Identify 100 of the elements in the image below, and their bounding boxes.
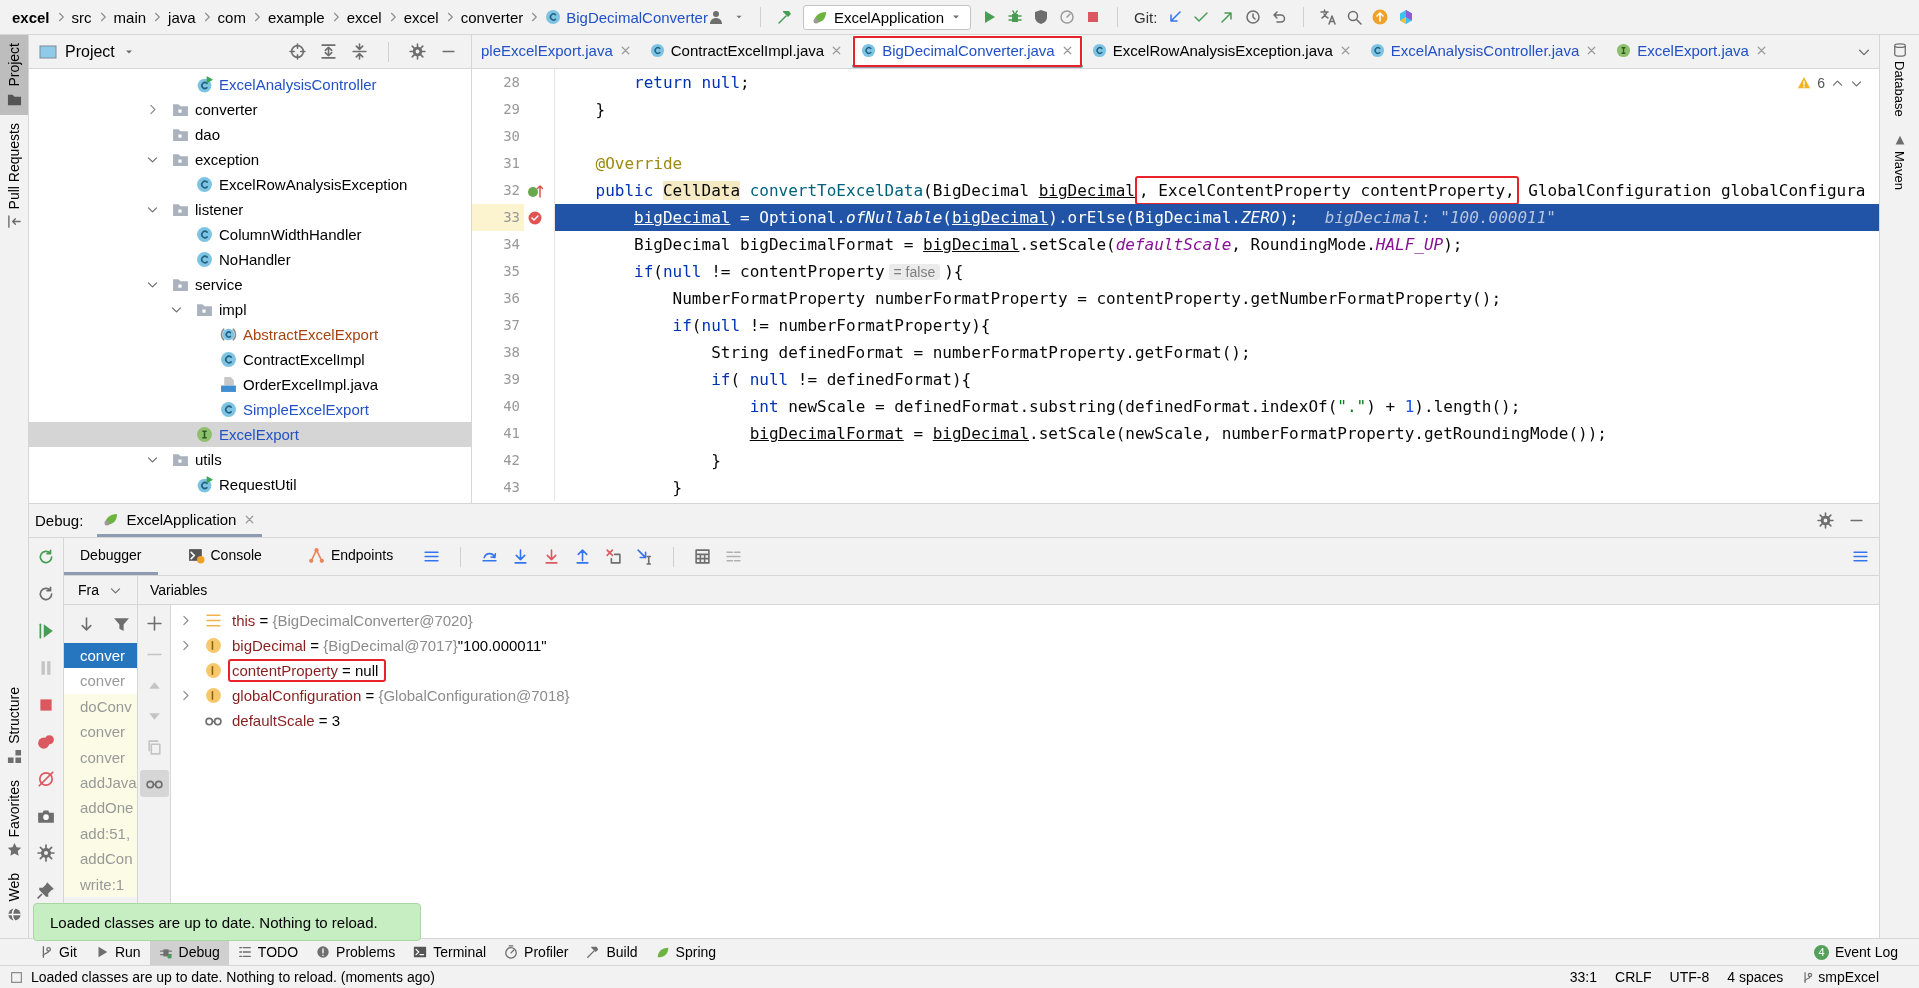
tool-window-tab[interactable]: Maven	[1892, 124, 1907, 198]
breakpoint-icon[interactable]	[527, 209, 543, 226]
mute-breakpoints-icon[interactable]	[37, 770, 55, 788]
revert-icon[interactable]	[1271, 9, 1288, 25]
profiler-icon[interactable]	[1059, 9, 1075, 25]
view-selector[interactable]: Project	[39, 42, 135, 61]
variable-row[interactable]: globalConfiguration = {GlobalConfiguration@7018}	[171, 683, 1879, 708]
stop-icon[interactable]	[37, 696, 55, 714]
tool-window-button[interactable]: Debug	[149, 939, 229, 965]
tool-window-tab[interactable]: Web	[0, 865, 28, 930]
tool-window-button[interactable]: Spring	[646, 939, 726, 965]
breadcrumb[interactable]: BigDecimalConverter	[566, 8, 708, 26]
tool-window-button[interactable]: Profiler	[495, 939, 578, 965]
update-icon[interactable]	[1372, 9, 1389, 25]
debugger-tab[interactable]: Debugger	[64, 538, 158, 575]
frames-dropdown[interactable]: Fra	[64, 576, 137, 605]
tool-window-tab[interactable]: Favorites	[0, 771, 28, 866]
search-icon[interactable]	[1346, 9, 1363, 25]
variable-row[interactable]: this = {BigDecimalConverter@7020}	[171, 608, 1879, 633]
line-separator[interactable]: CRLF	[1615, 969, 1652, 985]
indent-setting[interactable]: 4 spaces	[1727, 969, 1784, 985]
drop-frame-icon[interactable]	[605, 548, 623, 565]
file-encoding[interactable]: UTF-8	[1669, 969, 1710, 985]
breadcrumb[interactable]: example	[267, 8, 325, 26]
override-icon[interactable]	[527, 182, 543, 199]
user-icon[interactable]	[707, 9, 724, 25]
run-configuration-dropdown[interactable]: ExcelApplication	[802, 4, 971, 30]
caret-position[interactable]: 33:1	[1569, 969, 1598, 985]
tree-item[interactable]: NoHandler	[29, 247, 471, 272]
toggle-icon[interactable]	[10, 970, 23, 984]
debugger-tab[interactable]: Console	[171, 538, 278, 575]
breakpoints-icon[interactable]	[37, 733, 55, 751]
breadcrumb[interactable]: excel	[12, 8, 50, 26]
evaluate-icon[interactable]	[694, 548, 712, 565]
layout-icon[interactable]	[423, 548, 441, 565]
breadcrumb[interactable]: com	[217, 8, 246, 26]
breadcrumb[interactable]: excel	[403, 8, 439, 26]
resume-icon[interactable]	[37, 622, 55, 640]
translate-icon[interactable]	[1320, 9, 1337, 25]
tool-window-tab[interactable]: Database	[1892, 35, 1907, 125]
editor-tab[interactable]: ExcelRowAnalysisException.java	[1082, 35, 1361, 68]
editor-tab[interactable]: ExcelExport.java	[1607, 35, 1777, 68]
breadcrumb[interactable]: excel	[346, 8, 382, 26]
tree-item[interactable]: listener	[29, 197, 471, 222]
branch-widget[interactable]: smpExcel	[1801, 969, 1879, 985]
camera-icon[interactable]	[37, 807, 55, 825]
settings-icon[interactable]	[37, 844, 55, 862]
run-to-cursor-icon[interactable]	[636, 548, 654, 565]
tool-window-button[interactable]: Build	[577, 939, 647, 965]
breadcrumb[interactable]: main	[113, 8, 147, 26]
collapse-all-icon[interactable]	[351, 43, 368, 60]
clock-icon[interactable]	[1245, 9, 1262, 25]
breadcrumb[interactable]: java	[168, 8, 196, 26]
tree-item[interactable]: converter	[29, 97, 471, 122]
tool-window-button[interactable]: Terminal	[404, 939, 496, 965]
debugger-tab[interactable]: Endpoints	[291, 538, 410, 575]
tool-window-button[interactable]: TODO	[228, 939, 308, 965]
breadcrumb[interactable]: src	[71, 8, 92, 26]
variable-row[interactable]: defaultScale = 3	[171, 708, 1879, 733]
expand-all-icon[interactable]	[320, 43, 337, 60]
debug-icon[interactable]	[1007, 9, 1023, 25]
tree-item[interactable]: AbstractExcelExport	[29, 322, 471, 347]
tool-window-button[interactable]: Run	[85, 939, 150, 965]
tree-item[interactable]: OrderExcelImpl.java	[29, 372, 471, 397]
tree-item[interactable]: SimpleExcelExport	[29, 397, 471, 422]
tree-item[interactable]: impl	[29, 297, 471, 322]
problems-indicator[interactable]: 6	[1797, 75, 1863, 91]
tree-item[interactable]: ColumnWidthHandler	[29, 222, 471, 247]
rerun-icon[interactable]	[37, 548, 55, 566]
tree-item[interactable]: RequestUtil	[29, 472, 471, 497]
tool-window-tab[interactable]: Project	[0, 35, 28, 115]
tree-item[interactable]: dao	[29, 122, 471, 147]
tree-item[interactable]: ContractExcelImpl	[29, 347, 471, 372]
locate-icon[interactable]	[289, 43, 306, 60]
update-arrow-icon[interactable]	[1167, 9, 1184, 25]
settings-icon[interactable]	[1817, 512, 1834, 529]
pin-icon[interactable]	[37, 881, 55, 899]
editor-tab[interactable]: ExcelAnalysisController.java	[1360, 35, 1608, 68]
tree-item[interactable]: service	[29, 272, 471, 297]
tree-item[interactable]: ExcelAnalysisController	[29, 72, 471, 97]
tree-item[interactable]: exception	[29, 147, 471, 172]
shield-icon[interactable]	[1033, 9, 1049, 25]
filter-icon[interactable]	[113, 615, 130, 633]
stack-frame[interactable]: conver	[64, 643, 137, 669]
variable-row[interactable]: contentProperty = null	[171, 658, 1879, 683]
editor-tab[interactable]: pleExcelExport.java	[472, 35, 641, 68]
editor-tab[interactable]: ContractExcelImpl.java	[640, 35, 853, 68]
tree-item[interactable]: utils	[29, 447, 471, 472]
hammer-icon[interactable]	[776, 9, 793, 25]
tool-window-tab[interactable]: Pull Requests	[0, 114, 28, 237]
trace-icon[interactable]	[725, 548, 743, 565]
tool-window-button[interactable]: Git	[30, 939, 86, 965]
tool-window-tab[interactable]: Structure	[0, 679, 28, 772]
hexagon-icon[interactable]	[1398, 9, 1415, 25]
tool-window-button[interactable]: Problems	[307, 939, 405, 965]
tree-item[interactable]: ExcelRowAnalysisException	[29, 172, 471, 197]
session-tab[interactable]: ExcelApplication	[97, 504, 263, 537]
watches-toggle[interactable]	[139, 770, 169, 797]
add-icon[interactable]	[145, 615, 163, 632]
editor-tab[interactable]: BigDecimalConverter.java	[852, 35, 1083, 68]
